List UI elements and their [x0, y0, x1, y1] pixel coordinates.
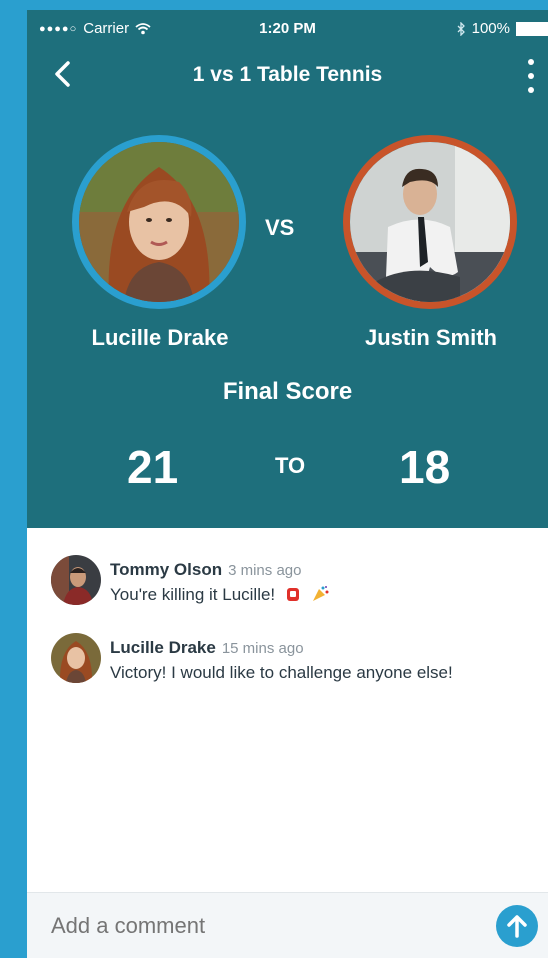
party-popper-emoji-icon: [312, 586, 329, 601]
comment-time: 3 mins ago: [228, 562, 302, 579]
comment-time: 15 mins ago: [221, 640, 304, 657]
comment-item: Tommy Olson 3 mins ago You're killing it …: [51, 555, 541, 615]
woman-portrait-icon: [79, 142, 239, 302]
siren-emoji-icon: [286, 588, 299, 601]
comment-author[interactable]: Lucille Drake: [110, 638, 216, 657]
comment-body: Victory! I would like to challenge anyon…: [110, 663, 453, 682]
player-right-avatar[interactable]: [343, 135, 517, 309]
man-avatar-icon: [51, 555, 101, 605]
player-left-name: Lucille Drake: [91, 325, 229, 350]
battery-group: 100%: [456, 20, 548, 37]
nav-bar: 1 vs 1 Table Tennis: [27, 55, 548, 95]
comment-composer: [27, 892, 548, 958]
page-title: 1 vs 1 Table Tennis: [192, 63, 383, 86]
comment-text: You're killing it Lucille!: [110, 585, 329, 605]
final-score-label: Final Score: [222, 378, 353, 405]
comment-meta: Lucille Drake 15 mins ago: [110, 638, 304, 658]
score-separator: TO: [275, 453, 306, 478]
status-bar: ●●●●○ Carrier 1:20 PM 100%: [27, 18, 548, 42]
player-left-avatar[interactable]: [72, 135, 246, 309]
more-options-icon[interactable]: [526, 59, 536, 93]
bluetooth-icon: [457, 21, 465, 36]
comment-item: Lucille Drake 15 mins ago Victory! I woul…: [51, 633, 541, 693]
battery-icon: [516, 21, 548, 36]
score-left: 21: [127, 441, 179, 493]
man-portrait-icon: [350, 142, 510, 302]
commenter-avatar[interactable]: [51, 633, 101, 683]
send-button[interactable]: [496, 905, 538, 947]
battery-percent: 100%: [471, 20, 510, 37]
score-right: 18: [399, 441, 451, 493]
woman-avatar-icon: [51, 633, 101, 683]
comment-input[interactable]: [51, 913, 451, 939]
comment-body: You're killing it Lucille!: [110, 585, 276, 604]
phone-screen: ●●●●○ Carrier 1:20 PM 100% 1 vs 1 Table …: [27, 10, 548, 958]
comment-meta: Tommy Olson 3 mins ago: [110, 560, 301, 580]
commenter-avatar[interactable]: [51, 555, 101, 605]
vs-label: VS: [265, 215, 295, 240]
match-header: ●●●●○ Carrier 1:20 PM 100% 1 vs 1 Table …: [27, 10, 548, 528]
arrow-up-icon: [507, 915, 527, 938]
comment-author[interactable]: Tommy Olson: [110, 560, 222, 579]
player-right-name: Justin Smith: [364, 325, 497, 350]
